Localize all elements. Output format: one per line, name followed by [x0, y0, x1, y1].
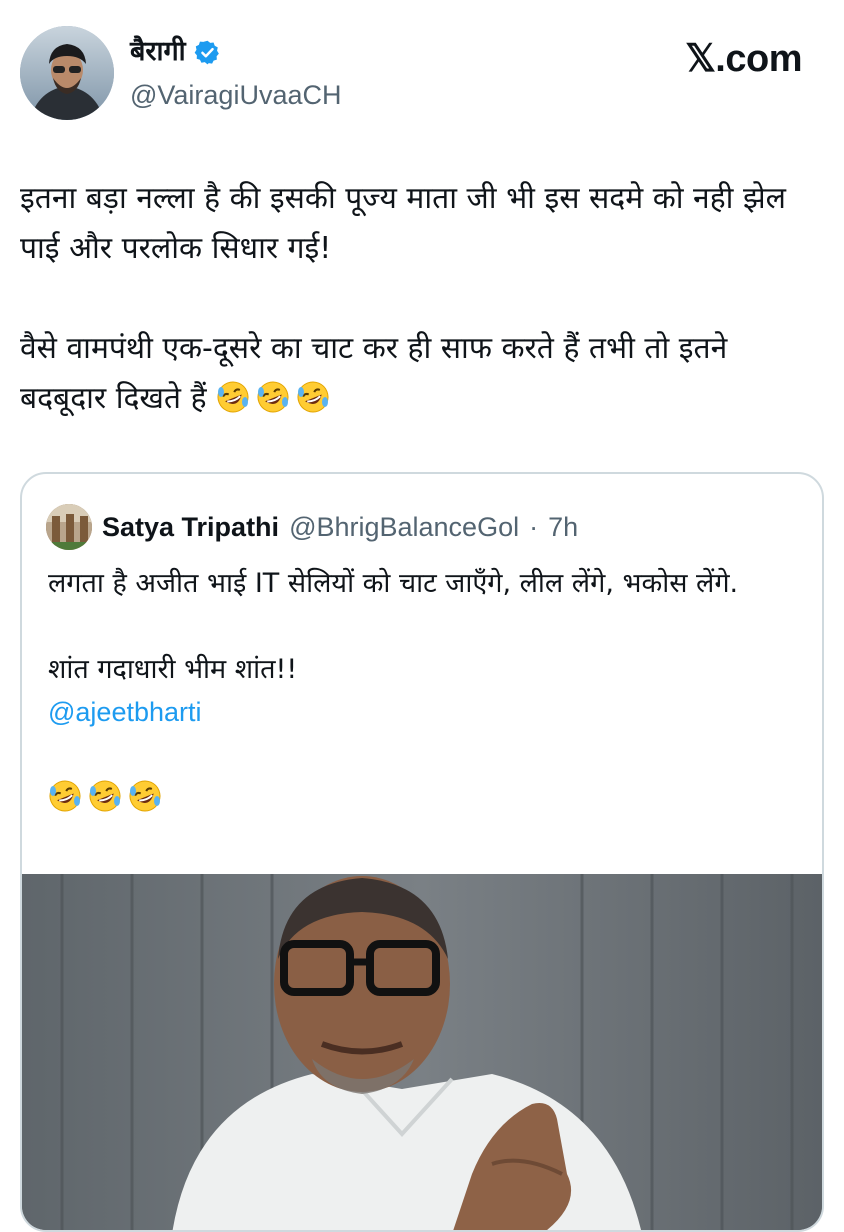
quoted-mention-line: @ajeetbharti	[48, 691, 808, 734]
tweet-paragraph-2-text: वैसे वामपंथी एक-दूसरे का चाट कर ही साफ क…	[20, 331, 728, 416]
author-name-text: बैरागी	[130, 36, 186, 67]
quoted-media-image[interactable]	[22, 874, 822, 1230]
quoted-author-handle[interactable]: @BhrigBalanceGol	[289, 510, 519, 544]
tweet-body: इतना बड़ा नल्ला है की इसकी पूज्य माता जी…	[20, 174, 820, 424]
quoted-separator: ·	[529, 512, 539, 542]
quoted-author-avatar[interactable]	[46, 504, 92, 550]
quoted-line-1: लगता है अजीत भाई IT सेलियों को चाट जाएँग…	[48, 568, 739, 599]
rofl-emoji-icon	[296, 380, 330, 414]
quoted-timestamp[interactable]: 7h	[548, 510, 578, 544]
rofl-emoji-icon	[216, 380, 250, 414]
author-display-name[interactable]: बैरागी	[130, 34, 221, 70]
author-handle[interactable]: @VairagiUvaaCH	[130, 78, 341, 112]
rofl-emoji-icon	[88, 779, 122, 813]
verified-badge-icon	[194, 39, 221, 66]
tweet-paragraph-1: इतना बड़ा नल्ला है की इसकी पूज्य माता जी…	[20, 181, 786, 266]
author-avatar[interactable]	[20, 26, 114, 120]
rofl-emoji-icon	[48, 779, 82, 813]
rofl-emoji-icon	[128, 779, 162, 813]
quoted-tweet-header: Satya Tripathi @BhrigBalanceGol · 7h	[46, 504, 578, 550]
tweet-paragraph-2: वैसे वामपंथी एक-दूसरे का चाट कर ही साफ क…	[20, 324, 820, 424]
x-logo: 𝕏.com	[685, 38, 802, 80]
quoted-emoji-line	[48, 777, 808, 820]
quoted-tweet-body: लगता है अजीत भाई IT सेलियों को चाट जाएँग…	[48, 562, 808, 820]
quoted-line-2: शांत गदाधारी भीम शांत!!	[48, 654, 298, 685]
rofl-emoji-icon	[256, 380, 290, 414]
quoted-mention-link[interactable]: @ajeetbharti	[48, 697, 202, 727]
quoted-tweet-card[interactable]: Satya Tripathi @BhrigBalanceGol · 7h लगत…	[20, 472, 824, 1232]
quoted-author-name[interactable]: Satya Tripathi	[102, 510, 279, 544]
